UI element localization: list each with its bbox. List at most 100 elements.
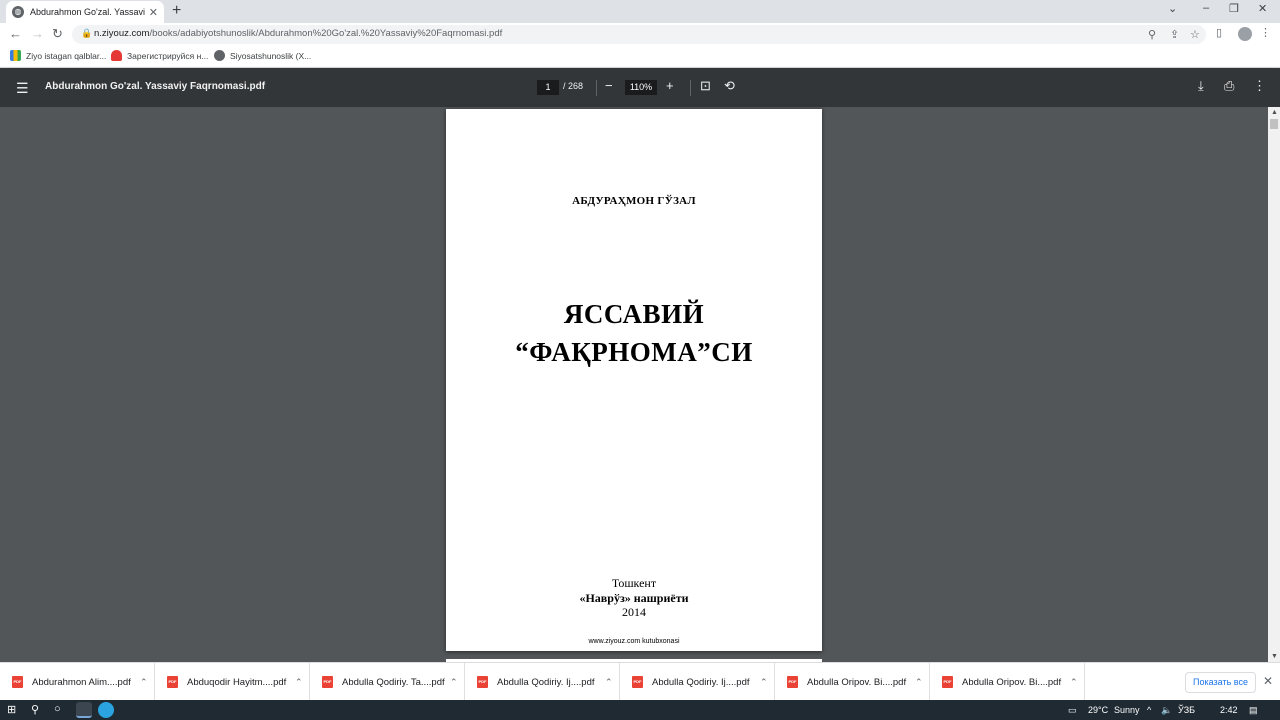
globe-icon: ◍	[12, 6, 24, 18]
temperature[interactable]: 29°C	[1088, 705, 1108, 715]
page-footer: www.ziyouz.com kutubxonasi	[588, 638, 680, 645]
side-panel-icon[interactable]: ▯	[1216, 26, 1222, 39]
weather-condition[interactable]: Sunny	[1114, 705, 1140, 715]
download-item[interactable]: PDF Abdulla Qodiriy. Ij....pdf ⌃	[620, 663, 775, 701]
zoom-level-input[interactable]: 110%	[625, 80, 657, 95]
download-filename: Abdulla Qodiriy. Ta....pdf	[342, 676, 445, 688]
toolbar-divider	[596, 80, 597, 96]
downloads-shelf: PDF Abdurahmon Alim....pdf ⌃ PDF Abduqod…	[0, 662, 1280, 701]
profile-avatar[interactable]	[1238, 27, 1252, 41]
book-title-line1: ЯССАВИЙ	[563, 299, 705, 329]
pdf-file-icon: PDF	[942, 676, 953, 688]
download-filename: Abdulla Qodiriy. Ij....pdf	[652, 676, 750, 688]
pdf-file-icon: PDF	[322, 676, 333, 688]
chevron-up-icon[interactable]: ⌃	[605, 677, 613, 688]
scrollbar[interactable]: ▲ ▼	[1268, 107, 1280, 662]
chrome-taskbar-icon[interactable]	[76, 702, 92, 718]
notifications-icon[interactable]: ▤	[1249, 705, 1258, 716]
download-filename: Abdulla Qodiriy. Ij....pdf	[497, 676, 595, 688]
chevron-up-icon[interactable]: ⌃	[295, 677, 303, 688]
pdf-file-icon: PDF	[477, 676, 488, 688]
chevron-up-icon[interactable]: ⌃	[1070, 677, 1078, 688]
toolbar-divider	[690, 80, 691, 96]
tab-title: Abdurahmon Go'zal. Yassaviy Faqrnomasi.p…	[30, 7, 145, 17]
telegram-taskbar-icon[interactable]	[98, 702, 114, 718]
bookmark-item[interactable]: Зарегистрируйся н...	[111, 50, 208, 61]
rotate-icon[interactable]: ⟲	[724, 78, 735, 94]
tab-search-icon[interactable]: ⌄	[1168, 2, 1177, 15]
restore-button[interactable]: ❐	[1229, 2, 1239, 15]
tab-close-icon[interactable]: ✕	[149, 6, 158, 19]
url-host: n.ziyouz.com	[94, 28, 150, 39]
download-item[interactable]: PDF Abdulla Qodiriy. Ij....pdf ⌃	[465, 663, 620, 701]
pdf-file-icon: PDF	[787, 676, 798, 688]
task-view-icon[interactable]: ○	[54, 703, 61, 715]
hamburger-menu-icon[interactable]: ☰	[16, 80, 29, 97]
download-item[interactable]: PDF Abdulla Oripov. Bi....pdf ⌃	[775, 663, 930, 701]
taskbar: ⊞ ⚲ ○ ▭ 29°C Sunny ^ 🔈 ЎЗБ 2:42 ▤	[0, 700, 1280, 720]
reload-icon[interactable]: ↻	[52, 26, 63, 42]
show-all-downloads-button[interactable]: Показать все	[1185, 672, 1256, 693]
volume-icon[interactable]: 🔈	[1161, 705, 1172, 716]
scroll-up-icon[interactable]: ▲	[1271, 109, 1278, 116]
bookmark-label: Siyosatshunoslik (X...	[230, 50, 312, 61]
print-icon[interactable]: ⎙	[1224, 78, 1234, 94]
zoom-in-icon[interactable]: +	[666, 78, 674, 93]
chevron-up-icon[interactable]: ⌃	[450, 677, 458, 688]
bookmark-item[interactable]: Siyosatshunoslik (X...	[214, 50, 311, 61]
chevron-up-icon[interactable]: ⌃	[140, 677, 148, 688]
zoom-icon[interactable]: ⚲	[1148, 28, 1156, 41]
share-icon[interactable]: ⇪	[1170, 28, 1179, 41]
browser-menu-icon[interactable]: ⋮	[1260, 26, 1271, 39]
back-arrow-icon[interactable]: ←	[9, 26, 22, 41]
download-icon[interactable]: ⤓	[1198, 78, 1204, 94]
document-title: Abdurahmon Go'zal. Yassaviy Faqrnomasi.p…	[45, 81, 266, 92]
navigation-bar: ← → ↻ 🔒 n.ziyouz.com/books/adabiyotshuno…	[0, 23, 1280, 46]
tab-strip: ◍ Abdurahmon Go'zal. Yassaviy Faqrnomasi…	[0, 0, 1280, 23]
book-title-line2: “ФАҚРНОМА”СИ	[515, 337, 753, 367]
download-item[interactable]: PDF Abdulla Qodiriy. Ta....pdf ⌃	[310, 663, 465, 701]
download-item[interactable]: PDF Abdulla Oripov. Bi....pdf ⌃	[930, 663, 1085, 701]
download-item[interactable]: PDF Abduqodir Hayitm....pdf ⌃	[155, 663, 310, 701]
scrollbar-thumb[interactable]	[1270, 119, 1278, 129]
bookmarks-bar: Ziyo istagan qalblar... Зарегистрируйся …	[0, 46, 1280, 68]
language-indicator[interactable]: ЎЗБ	[1178, 705, 1195, 715]
fit-to-page-icon[interactable]: ⊡	[700, 78, 711, 94]
bookmark-item[interactable]: Ziyo istagan qalblar...	[10, 50, 106, 61]
book-author: АБДУРАҲМОН ГЎЗАЛ	[572, 195, 696, 207]
bookmark-label: Ziyo istagan qalblar...	[26, 50, 107, 61]
url-text[interactable]: n.ziyouz.com/books/adabiyotshunoslik/Abd…	[94, 28, 502, 39]
chevron-up-icon[interactable]: ^	[1147, 705, 1151, 715]
weather-icon[interactable]: ▭	[1068, 705, 1077, 716]
clock-time[interactable]: 2:42	[1220, 705, 1238, 715]
download-filename: Abduqodir Hayitm....pdf	[187, 676, 287, 688]
windows-start-icon[interactable]: ⊞	[7, 703, 16, 716]
close-icon[interactable]: ✕	[1263, 674, 1273, 688]
close-window-button[interactable]: ✕	[1258, 2, 1267, 15]
more-options-icon[interactable]: ⋮	[1253, 78, 1266, 94]
publication-city: Тошкент	[611, 576, 657, 590]
page-number-input[interactable]: 1	[537, 80, 559, 95]
chevron-up-icon[interactable]: ⌃	[760, 677, 768, 688]
scroll-down-icon[interactable]: ▼	[1271, 653, 1278, 660]
pdf-file-icon: PDF	[167, 676, 178, 688]
browser-tab[interactable]: ◍ Abdurahmon Go'zal. Yassaviy Faqrnomasi…	[6, 1, 164, 23]
url-path: /books/adabiyotshunoslik/Abdurahmon%20Go…	[149, 28, 503, 39]
zoom-out-icon[interactable]: −	[605, 78, 613, 93]
forward-arrow-icon[interactable]: →	[31, 26, 44, 41]
pdf-file-icon: PDF	[12, 676, 23, 688]
download-filename: Abdurahmon Alim....pdf	[32, 676, 131, 688]
download-item[interactable]: PDF Abdurahmon Alim....pdf ⌃	[0, 663, 155, 701]
publication-year: 2014	[622, 605, 646, 619]
bookmark-star-icon[interactable]: ☆	[1190, 28, 1200, 41]
pdf-file-icon: PDF	[632, 676, 643, 688]
minimize-button[interactable]: –	[1203, 2, 1209, 14]
lock-icon[interactable]: 🔒	[81, 28, 92, 39]
chevron-up-icon[interactable]: ⌃	[915, 677, 923, 688]
download-filename: Abdulla Oripov. Bi....pdf	[807, 676, 907, 688]
address-bar[interactable]: 🔒 n.ziyouz.com/books/adabiyotshunoslik/A…	[72, 25, 1206, 44]
bookmark-label: Зарегистрируйся н...	[127, 50, 209, 61]
new-tab-button[interactable]: +	[172, 2, 181, 20]
download-filename: Abdulla Oripov. Bi....pdf	[962, 676, 1062, 688]
search-icon[interactable]: ⚲	[31, 703, 39, 716]
